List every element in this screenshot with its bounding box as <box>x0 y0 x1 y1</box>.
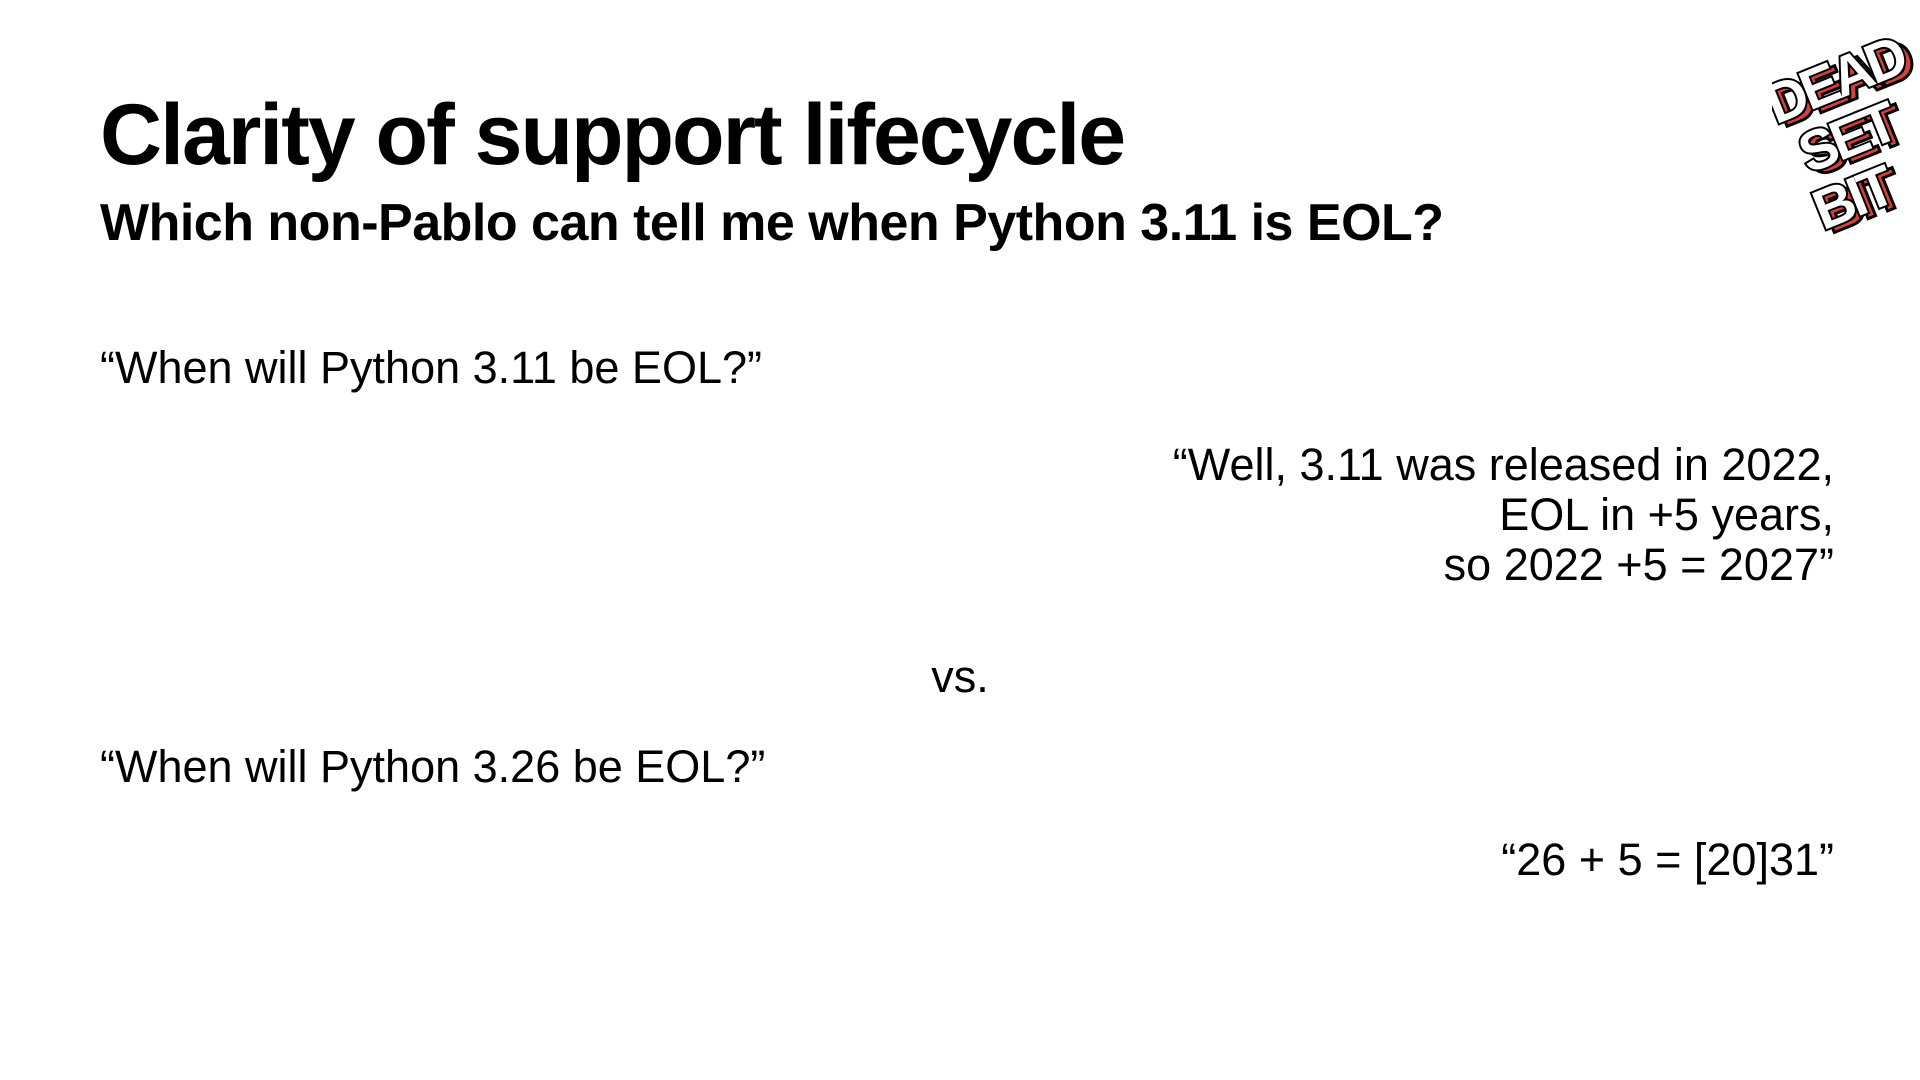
slide-title: Clarity of support lifecycle <box>100 87 1126 183</box>
answer-1-line: EOL in +5 years, <box>1499 489 1834 540</box>
question-2: “When will Python 3.26 be EOL?” <box>100 741 766 792</box>
answer-1-line: so 2022 +5 = 2027” <box>1443 539 1834 590</box>
slide-subtitle: Which non-Pablo can tell me when Python … <box>100 194 1444 252</box>
slide: Clarity of support lifecycle Which non-P… <box>0 0 1920 1080</box>
question-1: “When will Python 3.11 be EOL?” <box>100 342 762 393</box>
answer-2: “26 + 5 = [20]31” <box>1501 834 1834 885</box>
answer-1: “Well, 3.11 was released in 2022, EOL in… <box>1173 440 1834 590</box>
answer-1-line: “Well, 3.11 was released in 2022, <box>1172 439 1834 490</box>
dead-set-bit-logo: DEAD SET BIT DEAD SET BIT <box>1772 21 1920 242</box>
versus-separator: vs. <box>931 651 989 702</box>
